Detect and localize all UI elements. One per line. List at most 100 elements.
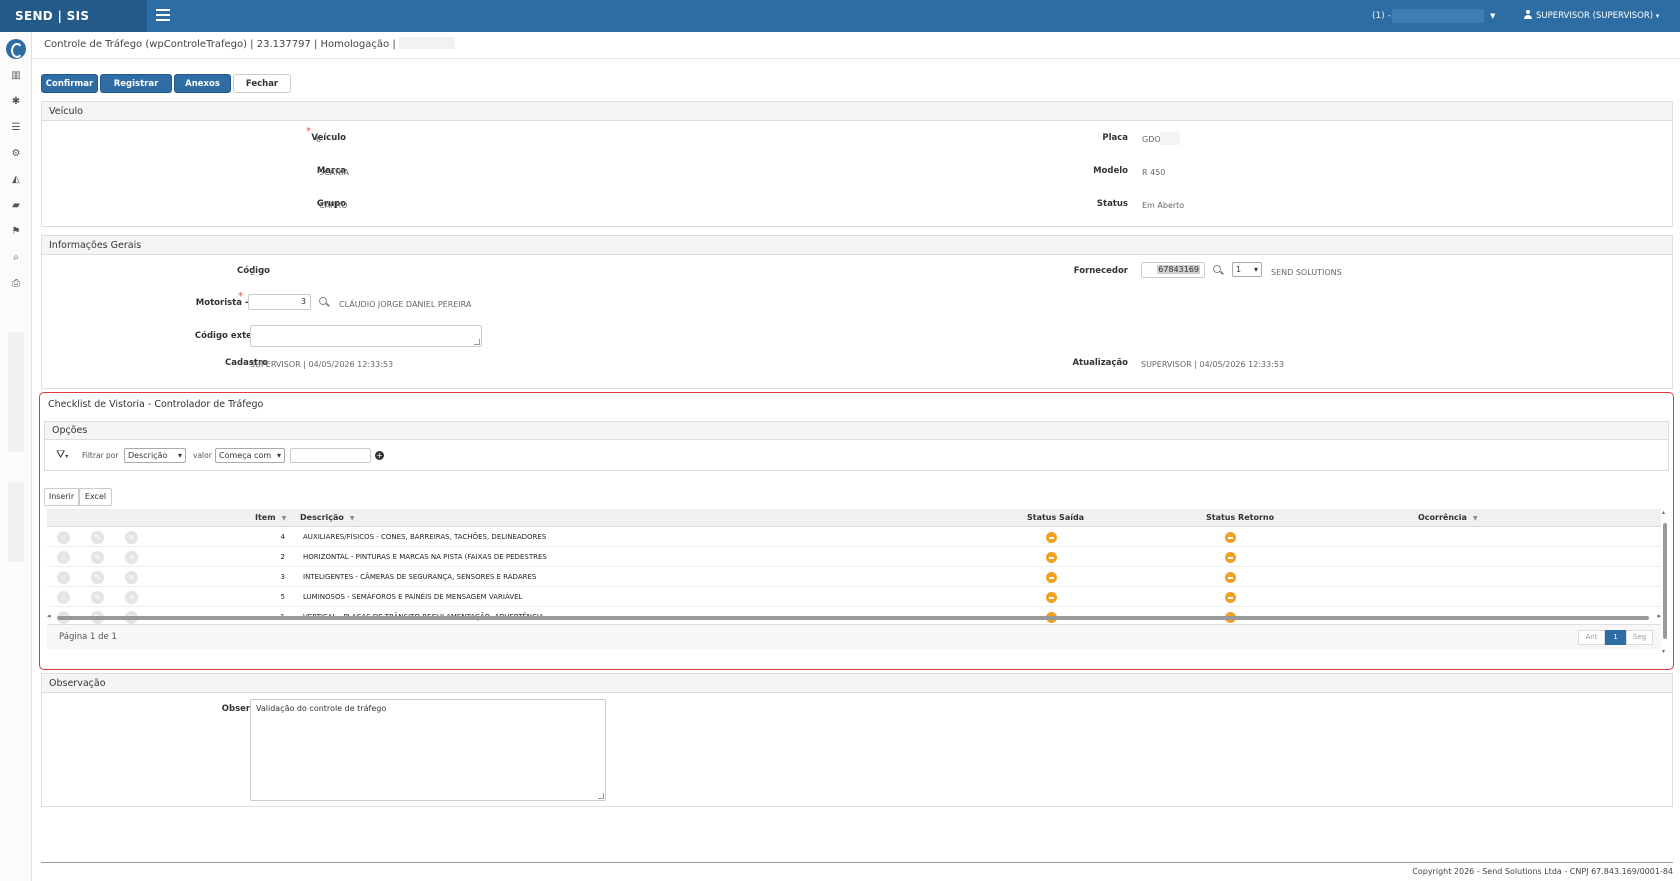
filter-funnel-icon[interactable]: ⛛▾ [56, 448, 68, 462]
required-marker: * [306, 126, 311, 137]
user-name: SUPERVISOR (SUPERVISOR) [1536, 11, 1654, 21]
col-status-exit[interactable]: Status Saída [1027, 509, 1084, 527]
status-return-pending-icon[interactable] [1225, 552, 1236, 563]
row-description: INTELIGENTES - CÂMERAS DE SEGURANÇA, SEN… [303, 573, 537, 581]
edit-icon[interactable]: ✎ [91, 551, 104, 564]
insert-button[interactable]: Inserir [44, 488, 79, 506]
gears-icon[interactable]: ⚙ [9, 147, 23, 161]
edit-icon[interactable]: ✎ [91, 571, 104, 584]
col-occurrence[interactable]: Ocorrência ▼ [1418, 509, 1478, 527]
vehicle-panel: Veículo Veículo * 6 Marca SCANIA Grupo C… [41, 101, 1673, 227]
external-code-input[interactable] [250, 325, 482, 347]
pager-current-page[interactable]: 1 [1605, 630, 1626, 645]
sort-icon: ▼ [349, 515, 355, 522]
confirm-button[interactable]: Confirmar [41, 74, 98, 93]
close-button[interactable]: Fechar [233, 74, 291, 93]
attachments-button[interactable]: Anexos [174, 74, 231, 93]
plate-label: Placa [1102, 133, 1128, 143]
supplier-name: SEND SOLUTIONS [1271, 268, 1342, 277]
col-description[interactable]: Descrição ▼ [300, 509, 355, 527]
truck-icon[interactable]: ▰ [9, 199, 23, 213]
settings-gear-icon[interactable]: ✱ [9, 95, 23, 109]
driver-code-input[interactable]: 3 [248, 294, 311, 310]
supplier-code-input[interactable]: 67843169 [1141, 262, 1205, 278]
header-divider [32, 58, 1680, 59]
status-return-pending-icon[interactable] [1225, 532, 1236, 543]
col-item[interactable]: Item ▼ [255, 509, 286, 527]
area-chart-icon[interactable]: ◭ [9, 173, 23, 187]
search-icon[interactable]: ⌕ [9, 251, 23, 265]
list-icon[interactable]: ☰ [9, 121, 23, 135]
status-label: Status [1096, 199, 1128, 209]
observation-text: Validação do controle de tráfego [256, 704, 387, 713]
edit-icon[interactable]: ✎ [91, 591, 104, 604]
col-occurrence-label: Ocorrência [1418, 513, 1467, 522]
horizontal-scroll-thumb[interactable] [57, 616, 1649, 620]
table-row[interactable]: ⌕ ✎ ✕ 5 LUMINOSOS - SEMÁFOROS E PAINÉIS DE M… [47, 588, 1661, 607]
scroll-up-icon[interactable]: ▴ [1662, 509, 1665, 516]
status-exit-pending-icon[interactable] [1046, 572, 1057, 583]
filter-value-input[interactable] [290, 448, 371, 463]
top-navbar: SEND | SIS (1) - ▼ SUPERVISOR (SUPERVISO… [0, 0, 1680, 32]
dashboard-chart-icon[interactable]: ▥ [9, 69, 23, 83]
footer-divider [41, 862, 1673, 863]
general-info-panel-title: Informações Gerais [42, 236, 1672, 255]
horizontal-scrollbar[interactable]: ◂ ▸ [47, 612, 1661, 622]
status-exit-pending-icon[interactable] [1046, 592, 1057, 603]
sidebar-placeholder [8, 332, 24, 452]
supplier-label: Fornecedor [1073, 266, 1128, 276]
view-icon[interactable]: ⌕ [57, 531, 70, 544]
status-return-pending-icon[interactable] [1225, 572, 1236, 583]
row-description: AUXILIARES/FÍSICOS - CONES, BARREIRAS, T… [303, 533, 547, 541]
app-brand[interactable]: SEND | SIS [0, 0, 147, 32]
brand-value: SCANIA [319, 168, 349, 177]
vertical-scroll-thumb[interactable] [1663, 523, 1667, 639]
supplier-search-icon[interactable] [1213, 265, 1223, 275]
breadcrumb-redacted [398, 37, 455, 49]
pager-prev-button[interactable]: Ant [1578, 630, 1605, 645]
delete-icon[interactable]: ✕ [125, 531, 138, 544]
col-status-return[interactable]: Status Retorno [1206, 509, 1274, 527]
delete-icon[interactable]: ✕ [125, 591, 138, 604]
environment-dropdown-caret-icon[interactable]: ▼ [1490, 0, 1495, 32]
table-row[interactable]: ⌕ ✎ ✕ 3 INTELIGENTES - CÂMERAS DE SEGURANÇA,… [47, 568, 1661, 587]
menu-toggle-icon[interactable] [156, 9, 170, 21]
table-row[interactable]: ⌕ ✎ ✕ 4 AUXILIARES/FÍSICOS - CONES, BARREIRA… [47, 528, 1661, 547]
row-description: HORIZONTAL - PINTURAS E MARCAS NA PISTA … [303, 553, 547, 561]
print-icon[interactable]: ⎙ [9, 277, 23, 291]
delete-icon[interactable]: ✕ [125, 551, 138, 564]
supplier-code-value: 67843169 [1157, 265, 1200, 274]
created-value: SUPERVISOR | 04/05/2026 12:33:53 [250, 360, 394, 369]
driver-name: CLÁUDIO JORGE DANIEL PEREIRA [339, 300, 472, 309]
vehicle-value: 6 [316, 135, 322, 144]
pager-next-button[interactable]: Seg [1626, 630, 1653, 645]
delete-icon[interactable]: ✕ [125, 571, 138, 584]
page-info: Página 1 de 1 [59, 632, 117, 642]
status-exit-pending-icon[interactable] [1046, 532, 1057, 543]
status-exit-pending-icon[interactable] [1046, 552, 1057, 563]
view-icon[interactable]: ⌕ [57, 591, 70, 604]
add-filter-icon[interactable]: + [375, 451, 384, 460]
breadcrumb-text: Controle de Tráfego (wpControleTrafego) … [44, 39, 396, 50]
scroll-down-icon[interactable]: ▾ [1662, 648, 1665, 655]
user-menu[interactable]: SUPERVISOR (SUPERVISOR) ▾ [1524, 0, 1659, 32]
vertical-scrollbar[interactable]: ▴ ▾ [1661, 509, 1669, 655]
table-row[interactable]: ⌕ ✎ ✕ 2 HORIZONTAL - PINTURAS E MARCAS NA PI… [47, 548, 1661, 567]
view-icon[interactable]: ⌕ [57, 571, 70, 584]
driver-search-icon[interactable] [319, 297, 329, 307]
supplier-select[interactable]: 1 [1232, 262, 1262, 277]
vehicle-panel-title: Veículo [42, 102, 1672, 121]
app-logo-icon[interactable] [6, 39, 26, 59]
filter-operator-select[interactable]: Começa com [215, 448, 285, 463]
filter-field-select[interactable]: Descrição [124, 448, 186, 463]
excel-button[interactable]: Excel [79, 488, 112, 506]
status-return-pending-icon[interactable] [1225, 592, 1236, 603]
edit-icon[interactable]: ✎ [91, 531, 104, 544]
row-item: 3 [280, 573, 285, 581]
observation-textarea[interactable]: Validação do controle de tráfego [250, 699, 606, 801]
view-icon[interactable]: ⌕ [57, 551, 70, 564]
scroll-left-icon[interactable]: ◂ [47, 612, 51, 620]
observation-panel-title: Observação [42, 674, 1672, 693]
flag-icon[interactable]: ⚑ [9, 225, 23, 239]
register-exit-button[interactable]: Registrar saída [100, 74, 172, 108]
